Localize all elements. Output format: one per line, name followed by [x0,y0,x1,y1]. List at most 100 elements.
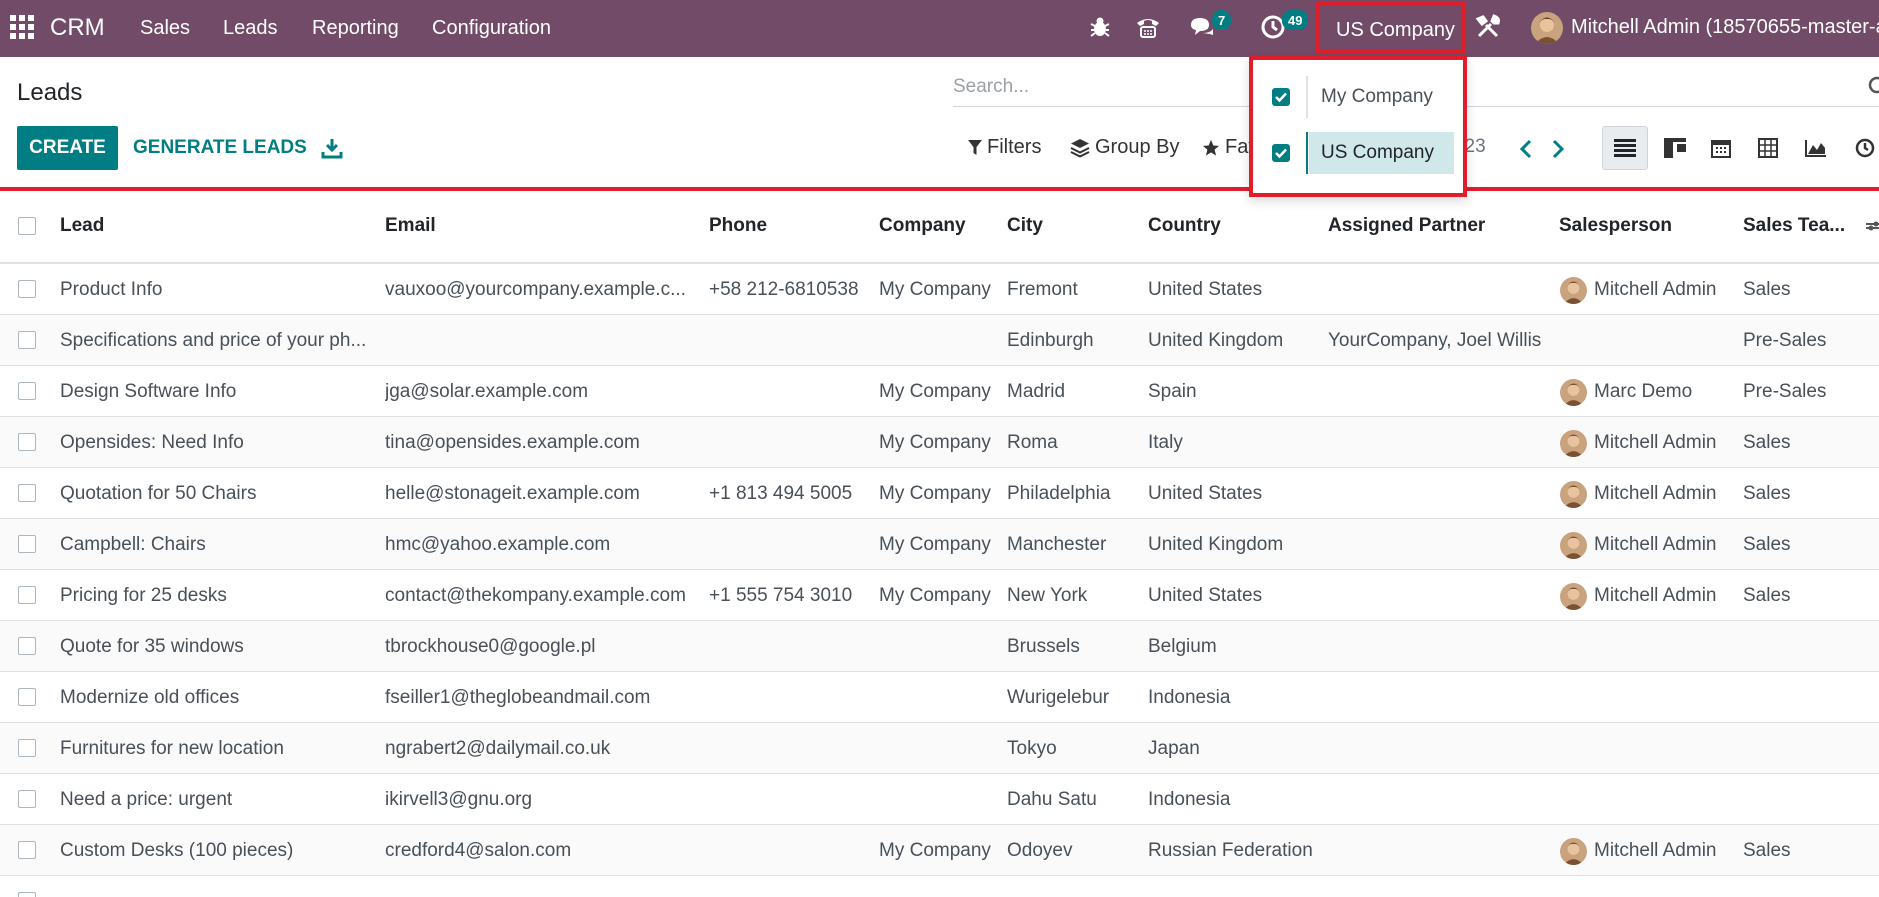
create-button[interactable]: CREATE [17,126,118,170]
voip-phone-icon[interactable] [1134,13,1162,41]
cell-company [879,876,1001,897]
table-row[interactable] [0,876,1879,897]
row-checkbox[interactable] [18,790,36,808]
graph-view-button[interactable] [1793,126,1839,170]
table-row[interactable]: Custom Desks (100 pieces) credford4@salon… [0,825,1879,876]
select-all-checkbox[interactable] [18,217,36,235]
column-header-assigned-partner[interactable]: Assigned Partner [1328,200,1548,264]
row-checkbox[interactable] [18,331,36,349]
cell-country: United Kingdom [1148,534,1284,555]
download-icon[interactable] [321,137,343,159]
optional-columns-icon[interactable] [1866,220,1879,236]
row-checkbox[interactable] [18,382,36,400]
company-checkbox-checked[interactable] [1272,144,1290,162]
cell-email: helle@stonageit.example.com [385,483,640,504]
cell-city: Manchester [1007,534,1107,555]
table-row[interactable]: Quotation for 50 Chairs helle@stonageit.e… [0,468,1879,519]
debug-bug-icon[interactable] [1086,13,1114,41]
salesperson-avatar [1560,379,1587,406]
cell-country: Indonesia [1148,687,1231,708]
menu-sales[interactable]: Sales [140,17,190,40]
cell-lead [60,876,372,897]
generate-leads-button[interactable]: GENERATE LEADS [133,137,307,159]
table-row[interactable]: Specifications and price of your ph... Ed… [0,315,1879,366]
cell-team [1743,876,1863,897]
kanban-view-button[interactable] [1652,126,1698,170]
cell-lead: Quotation for 50 Chairs [60,483,257,504]
cell-team: Sales [1743,585,1791,606]
app-brand[interactable]: CRM [50,14,105,42]
group-by-button[interactable]: Group By [1070,136,1179,159]
row-checkbox[interactable] [18,892,36,897]
menu-reporting[interactable]: Reporting [312,17,399,40]
row-checkbox[interactable] [18,586,36,604]
filters-button[interactable]: Filters [968,136,1041,159]
company-checkbox-checked[interactable] [1272,88,1290,106]
settings-tools-icon[interactable] [1474,13,1502,41]
group-by-label: Group By [1095,136,1180,158]
menu-leads[interactable]: Leads [223,17,278,40]
row-checkbox[interactable] [18,739,36,757]
pivot-view-button[interactable] [1745,126,1791,170]
column-header-email[interactable]: Email [385,200,685,264]
cell-phone [709,417,871,468]
user-avatar[interactable] [1531,12,1563,44]
calendar-view-icon [1711,140,1731,158]
column-header-company[interactable]: Company [879,200,999,264]
column-header-city[interactable]: City [1007,200,1137,264]
company-option-us-company[interactable]: US Company [1253,126,1463,180]
apps-menu-icon[interactable] [10,15,34,39]
column-header-lead[interactable]: Lead [60,200,310,264]
cell-salesperson [1594,621,1744,672]
pager-previous-icon[interactable] [1516,138,1536,160]
salesperson-avatar [1560,430,1587,457]
company-option-my-company[interactable]: My Company [1253,70,1463,124]
table-row[interactable]: Furnitures for new location ngrabert2@dai… [0,723,1879,774]
cell-team [1743,621,1863,672]
table-row[interactable]: Pricing for 25 desks contact@thekompany.e… [0,570,1879,621]
table-row[interactable]: Opensides: Need Info tina@opensides.examp… [0,417,1879,468]
cell-company: My Company [879,381,991,402]
company-option-label: US Company [1309,132,1454,174]
cell-company: My Company [879,585,991,606]
table-row[interactable]: Quote for 35 windows tbrockhouse0@google.… [0,621,1879,672]
activity-view-button[interactable] [1842,126,1879,170]
option-separator [1306,132,1308,174]
cell-team: Sales [1743,534,1791,555]
cell-phone [709,672,871,723]
cell-salesperson: Mitchell Admin [1594,585,1717,606]
row-checkbox[interactable] [18,535,36,553]
company-switcher[interactable]: US Company [1316,2,1466,54]
cell-team: Pre-Sales [1743,381,1827,402]
table-row[interactable]: Product Info vauxoo@yourcompany.example.c… [0,264,1879,315]
row-checkbox[interactable] [18,280,36,298]
column-header-sales-team[interactable]: Sales Tea... [1743,200,1853,264]
search-icon[interactable] [1868,76,1879,98]
row-checkbox[interactable] [18,841,36,859]
column-header-phone[interactable]: Phone [709,200,869,264]
table-row[interactable]: Modernize old offices fseiller1@theglobea… [0,672,1879,723]
menu-configuration[interactable]: Configuration [432,17,551,40]
row-checkbox[interactable] [18,637,36,655]
cell-country: United Kingdom [1148,330,1284,351]
pager-next-icon[interactable] [1548,138,1568,160]
cell-email: contact@thekompany.example.com [385,585,686,606]
cell-team: Sales [1743,279,1791,300]
table-row[interactable]: Need a price: urgent ikirvell3@gnu.org Dah… [0,774,1879,825]
cell-phone: +58 212-6810538 [709,279,859,300]
cell-company: My Company [879,432,991,453]
table-row[interactable]: Campbell: Chairs hmc@yahoo.example.com My … [0,519,1879,570]
calendar-view-button[interactable] [1698,126,1744,170]
row-checkbox[interactable] [18,433,36,451]
cell-phone: +1 813 494 5005 [709,483,853,504]
list-view-button[interactable] [1602,126,1648,170]
user-menu[interactable]: Mitchell Admin (18570655-master-a [1571,16,1879,39]
row-checkbox[interactable] [18,688,36,706]
row-checkbox[interactable] [18,484,36,502]
column-header-country[interactable]: Country [1148,200,1318,264]
cell-city: Brussels [1007,636,1080,657]
pivot-table-icon [1758,138,1778,158]
company-dropdown: My Company US Company [1249,56,1467,197]
column-header-salesperson[interactable]: Salesperson [1559,200,1734,264]
table-row[interactable]: Design Software Info jga@solar.example.co… [0,366,1879,417]
